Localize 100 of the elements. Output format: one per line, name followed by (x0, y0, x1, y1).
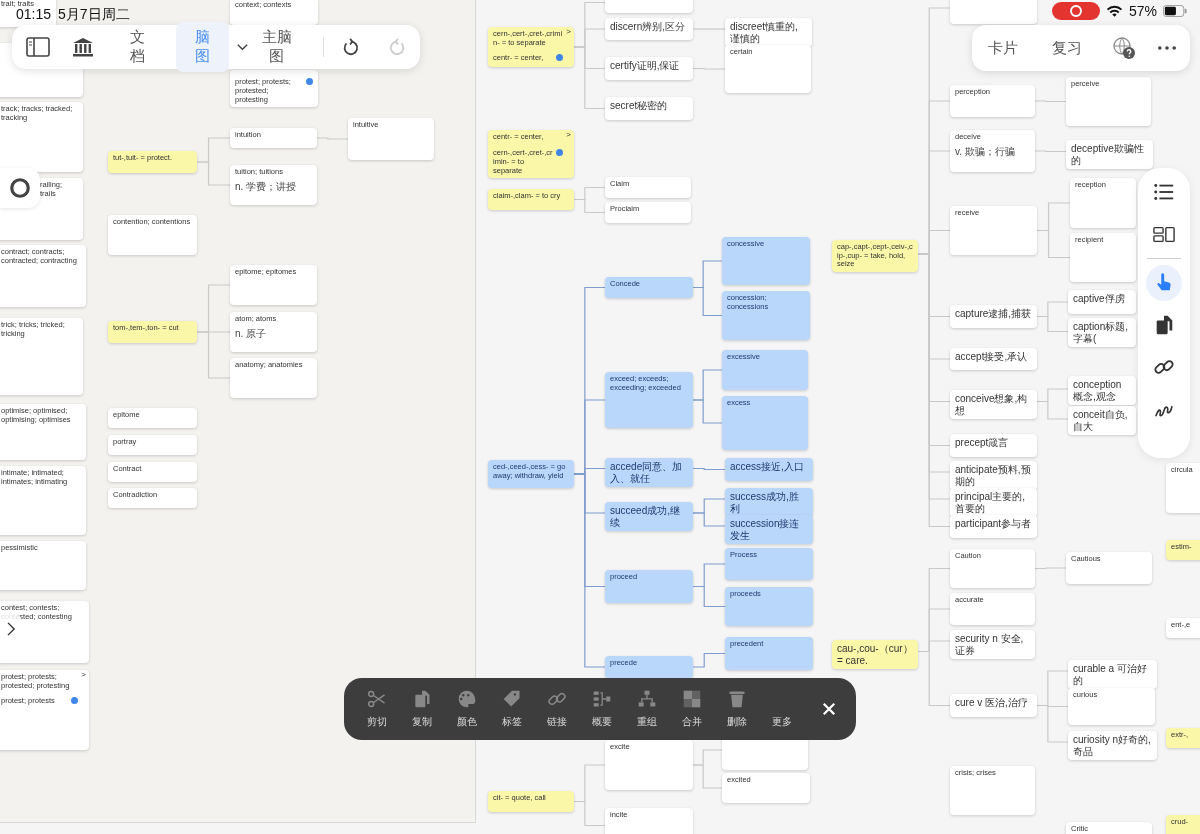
map-node[interactable]: cure v 医治,治疗 (950, 694, 1037, 717)
expand-mark[interactable]: > (566, 131, 571, 139)
action-button[interactable]: 剪切 (354, 689, 399, 729)
connector-line (692, 286, 723, 317)
action-button[interactable]: 删除 (714, 689, 759, 729)
sidebar-icon[interactable] (26, 37, 50, 57)
chevron-down-icon (237, 43, 249, 51)
map-node[interactable]: accede同意、加入、就任 (605, 458, 693, 487)
node-title: discreet慎重的,谨慎的 (730, 21, 799, 44)
view-tab[interactable]: 文档 (112, 22, 164, 72)
connector-line (692, 512, 726, 527)
map-node[interactable]: capture逮捕,捕获 (950, 305, 1037, 328)
map-node[interactable]: certify证明,保证 (605, 57, 693, 80)
connector-line (1036, 400, 1069, 420)
more-icon[interactable] (1158, 46, 1176, 50)
wifi-icon (1106, 4, 1123, 18)
map-node[interactable]: security n 安全,证券 (950, 630, 1035, 659)
node-title: certify证明,保证 (610, 60, 681, 72)
battery-icon (1163, 5, 1188, 17)
node-title: curable a 可治好的 (1073, 663, 1148, 686)
map-node[interactable]: succeed成功,继续 (605, 502, 693, 531)
summary-icon (591, 689, 612, 709)
action-button[interactable]: 重组 (624, 689, 669, 729)
map-node[interactable]: discern辨别,区分 (605, 18, 693, 40)
action-button[interactable]: 合并 (669, 689, 714, 729)
link-dot-icon[interactable] (556, 54, 563, 62)
expand-mark[interactable]: > (81, 671, 86, 679)
help-icon[interactable] (1112, 36, 1136, 60)
node-note: v. 欺骗；行骗 (955, 145, 1016, 158)
connector-line (196, 161, 231, 186)
map-node[interactable]: anticipate预料,预期的 (950, 461, 1037, 490)
node-title: curiosity n好奇的,奇品 (1073, 734, 1152, 757)
map-node[interactable]: deceptive欺骗性的 (1066, 140, 1153, 169)
map-node[interactable]: principal主要的,首要的 (950, 488, 1037, 517)
mode-tab[interactable]: 卡片 (980, 32, 1026, 64)
node-note: n. 原子 (235, 327, 268, 340)
node-title: anticipate预料,预期的 (955, 464, 1032, 487)
node-title: access接近,入口 (730, 461, 805, 473)
node-title: accede同意、加入、就任 (610, 461, 684, 484)
ring-icon (9, 177, 31, 199)
link-dot-icon[interactable] (71, 697, 78, 705)
connector-line (1036, 229, 1071, 259)
node-note: n. 学费；讲授 (235, 180, 298, 193)
action-button[interactable]: 标签 (489, 689, 534, 729)
map-node[interactable]: caption标题,字幕( (1068, 318, 1136, 347)
map-node[interactable] (950, 0, 1037, 24)
map-node[interactable]: discreet慎重的,谨慎的 (725, 18, 812, 47)
action-button[interactable]: 更多 (759, 689, 804, 729)
map-selector[interactable]: 主脑图 (233, 24, 302, 70)
node-title: discern辨别,区分 (610, 21, 686, 33)
node-title: succession接连发生 (730, 518, 801, 541)
connector-line (1034, 150, 1067, 153)
hierarchy-icon (636, 689, 657, 709)
chevron-right-icon (6, 622, 16, 636)
map-node[interactable]: conception概念,观念 (1068, 376, 1136, 405)
link-dot-icon[interactable] (556, 148, 563, 156)
action-button[interactable]: 颜色 (444, 689, 489, 729)
mode-tab[interactable]: 复习 (1044, 32, 1090, 64)
connector-line (1034, 567, 1067, 570)
node-title: success成功,胜利 (730, 491, 800, 514)
map-node[interactable]: accept接受,承认 (950, 348, 1037, 370)
map-node[interactable]: participant参与者 (950, 515, 1037, 538)
connector-line (692, 585, 726, 608)
map-node[interactable]: conceive想象,构想 (950, 390, 1037, 419)
connector-line (1034, 100, 1067, 103)
map-node[interactable]: conceit自负,自大 (1068, 406, 1136, 435)
node-title: conception概念,观念 (1073, 379, 1123, 402)
expand-mark[interactable]: > (566, 28, 571, 36)
connector-line (692, 652, 726, 668)
map-node[interactable]: succession接连发生 (725, 515, 813, 544)
focus-button[interactable] (0, 168, 40, 208)
connector-line (1036, 315, 1069, 333)
connector-line (573, 198, 606, 214)
node-title: participant参与者 (955, 518, 1032, 530)
map-node[interactable]: precept箴言 (950, 434, 1037, 457)
library-icon[interactable] (72, 37, 94, 57)
recording-indicator[interactable] (1052, 2, 1100, 20)
date: 5月7日周二 (58, 8, 130, 20)
map-node[interactable]: secret秘密的 (605, 97, 693, 120)
map-node[interactable]: success成功,胜利 (725, 488, 813, 517)
map-node[interactable]: curable a 可治好的 (1068, 660, 1157, 689)
close-icon[interactable] (822, 702, 836, 716)
map-node[interactable]: cau-,cou-（cur）= care. (832, 640, 918, 669)
map-node[interactable]: curiosity n好奇的,奇品 (1068, 731, 1157, 760)
node-title: principal主要的,首要的 (955, 491, 1027, 514)
undo-icon[interactable] (342, 38, 360, 56)
action-button[interactable]: 概要 (579, 689, 624, 729)
map-node[interactable]: access接近,入口 (725, 458, 813, 481)
map-node[interactable]: captive俘虏 (1068, 290, 1136, 314)
node-title: capture逮捕,捕获 (955, 308, 1032, 320)
node-title: conceive想象,构想 (955, 393, 1029, 416)
action-button[interactable]: 链接 (534, 689, 579, 729)
node-title: secret秘密的 (610, 100, 669, 112)
node-title: captive俘虏 (1073, 293, 1126, 305)
battery-level: 57% (1129, 3, 1158, 19)
palette-icon (456, 689, 477, 709)
connector-line (692, 467, 726, 471)
connector-line (692, 67, 726, 70)
action-button[interactable]: 复制 (399, 689, 444, 729)
link-dot-icon[interactable] (306, 78, 313, 85)
